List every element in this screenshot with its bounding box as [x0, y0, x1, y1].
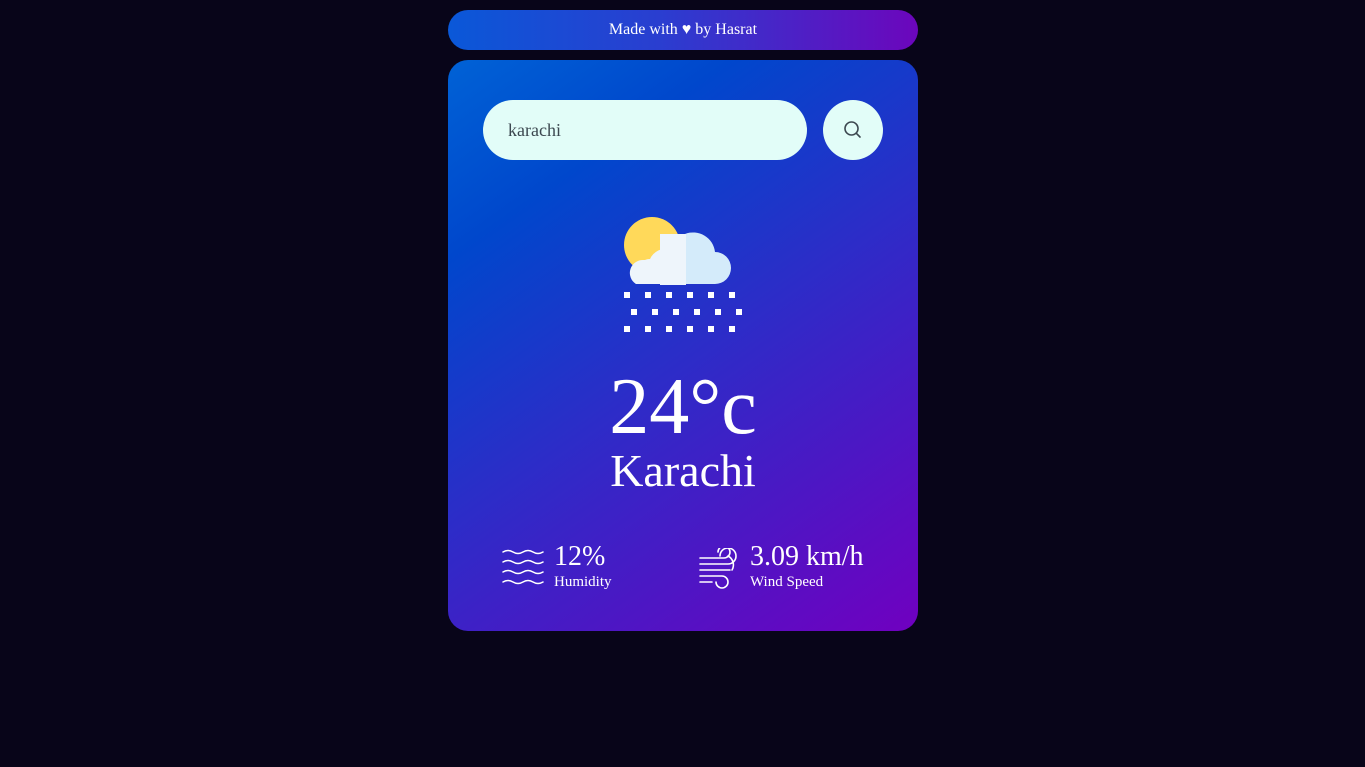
credit-banner: Made with ♥ by Hasrat — [448, 10, 918, 50]
humidity-value: 12% — [554, 541, 606, 572]
humidity-waves-icon — [502, 549, 544, 585]
sun-cloud-snow-icon — [624, 217, 742, 332]
wind-text: 3.09 km/h Wind Speed — [750, 540, 864, 590]
wind-icon — [699, 548, 737, 589]
city-search-input[interactable] — [483, 100, 807, 160]
wind-detail: 3.09 km/h Wind Speed — [698, 540, 864, 590]
wind-label: Wind Speed — [750, 574, 824, 590]
weather-card: 24°c Karachi 12% Humidity — [448, 60, 918, 631]
humidity-label: Humidity — [554, 574, 612, 590]
wind-value: 3.09 km/h — [750, 541, 864, 572]
heart-icon: ♥ — [681, 21, 692, 38]
humidity-text: 12% Humidity — [554, 540, 612, 590]
temperature: 24°c — [609, 363, 757, 451]
banner-suffix: by Hasrat — [695, 21, 758, 38]
banner-prefix: Made with — [608, 21, 678, 38]
city-name: Karachi — [610, 445, 756, 496]
search-button[interactable] — [823, 100, 883, 160]
humidity-detail: 12% Humidity — [502, 540, 612, 590]
search-icon — [844, 121, 861, 138]
